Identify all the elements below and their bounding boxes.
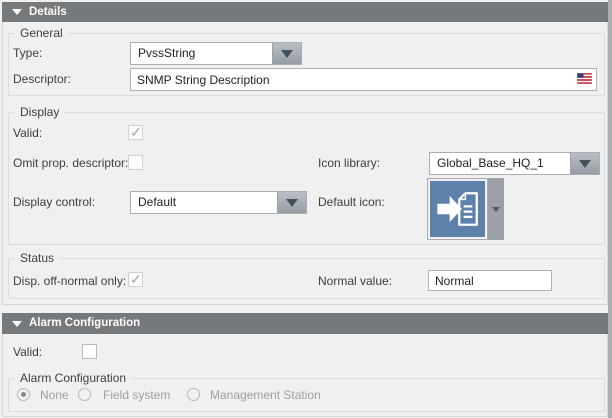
descriptor-input[interactable] xyxy=(130,68,597,91)
checkmark-icon: ✓ xyxy=(130,124,142,140)
omit-descriptor-checkbox[interactable] xyxy=(128,155,143,170)
display-group-title: Display xyxy=(15,105,64,120)
details-section-header[interactable]: Details xyxy=(2,2,608,22)
chevron-down-icon xyxy=(281,50,293,58)
panel-right-edge xyxy=(608,0,612,418)
radio-none-label: None xyxy=(40,388,69,402)
display-valid-checkbox: ✓ xyxy=(128,125,143,140)
type-dropdown-button[interactable] xyxy=(272,43,301,64)
default-icon-button[interactable] xyxy=(427,178,488,240)
off-normal-only-checkbox: ✓ xyxy=(128,272,143,287)
radio-management-station xyxy=(187,388,200,401)
default-icon-dropdown-button[interactable] xyxy=(488,178,504,240)
chevron-down-icon xyxy=(286,199,298,207)
status-group-title: Status xyxy=(15,251,59,266)
radio-field-system-label: Field system xyxy=(103,388,170,402)
checkmark-icon: ✓ xyxy=(130,271,142,287)
alarm-valid-label: Valid: xyxy=(13,345,42,359)
icon-library-dropdown[interactable]: Global_Base_HQ_1 xyxy=(429,152,600,175)
radio-field-system xyxy=(78,388,91,401)
type-dropdown[interactable]: PvssString xyxy=(130,42,302,65)
type-dropdown-value: PvssString xyxy=(138,43,195,64)
radio-selected-dot xyxy=(21,392,26,397)
chevron-down-icon xyxy=(579,160,591,168)
descriptor-label: Descriptor: xyxy=(13,72,71,86)
alarm-header-label: Alarm Configuration xyxy=(29,317,140,329)
icon-library-dropdown-button[interactable] xyxy=(570,153,599,174)
display-control-dropdown-button[interactable] xyxy=(277,192,306,213)
collapse-triangle-icon xyxy=(12,9,22,15)
display-control-label: Display control: xyxy=(13,195,95,209)
general-group-title: General xyxy=(15,26,68,41)
radio-none xyxy=(17,388,30,401)
default-icon-label: Default icon: xyxy=(318,195,385,209)
omit-descriptor-label: Omit prop. descriptor: xyxy=(13,156,128,170)
display-control-dropdown-value: Default xyxy=(138,192,176,213)
arrow-into-document-icon xyxy=(433,184,482,234)
type-label: Type: xyxy=(13,46,42,60)
property-details-panel: Details General Type: PvssString Descrip… xyxy=(0,0,612,418)
display-group: Display xyxy=(8,112,605,245)
normal-value-input[interactable] xyxy=(428,270,552,291)
radio-management-station-label: Management Station xyxy=(210,388,321,402)
off-normal-only-label: Disp. off-normal only: xyxy=(13,274,126,288)
normal-value-label: Normal value: xyxy=(318,274,392,288)
us-flag-icon[interactable] xyxy=(577,73,592,84)
details-header-label: Details xyxy=(29,6,67,18)
icon-library-label: Icon library: xyxy=(318,156,380,170)
display-valid-label: Valid: xyxy=(13,126,42,140)
icon-library-dropdown-value: Global_Base_HQ_1 xyxy=(437,153,544,174)
collapse-triangle-icon xyxy=(12,321,22,327)
alarm-valid-checkbox[interactable] xyxy=(82,344,97,359)
alarm-configuration-group-title: Alarm Configuration xyxy=(15,371,131,386)
chevron-down-icon xyxy=(492,207,500,212)
alarm-section-header[interactable]: Alarm Configuration xyxy=(2,313,608,334)
display-control-dropdown[interactable]: Default xyxy=(130,191,307,214)
